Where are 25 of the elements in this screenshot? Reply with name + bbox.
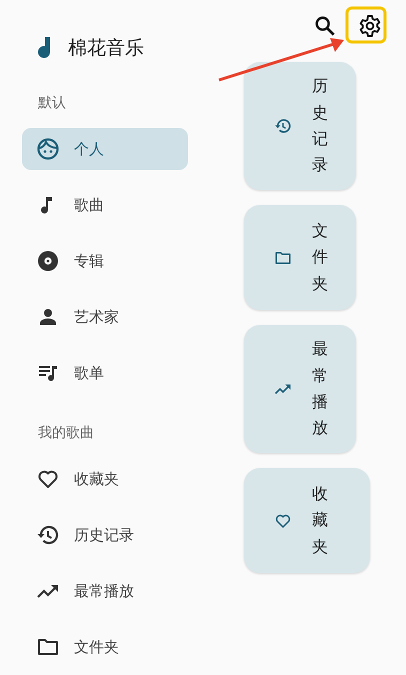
nav-item[interactable]: 收藏夹 [22,458,188,500]
settings-icon [358,14,382,38]
section-header: 默认 [37,94,67,113]
shortcut-card[interactable]: 历史记录 [244,62,356,190]
history-icon [274,117,292,135]
nav-item[interactable]: 歌单 [22,352,188,394]
search-icon [314,15,336,37]
search-button[interactable] [314,15,336,37]
nav-item[interactable]: 历史记录 [22,514,188,556]
settings-button[interactable] [358,14,382,38]
nav-item[interactable]: 个人 [22,128,188,170]
nav-item[interactable]: 歌曲 [22,184,188,226]
shortcut-card[interactable]: 最常播放 [244,325,356,453]
shortcut-card[interactable]: 文件夹 [244,205,356,310]
face-icon [36,137,60,161]
music-note-icon [36,36,52,60]
nav-item[interactable]: 最常播放 [22,570,188,612]
nav-item[interactable]: 艺术家 [22,296,188,338]
shortcut-card[interactable]: 收藏夹 [244,468,370,573]
nav-item[interactable]: 专辑 [22,240,188,282]
section-header: 我的歌曲 [37,424,95,443]
history-icon [36,523,60,547]
nav-item[interactable]: 文件夹 [22,626,188,668]
disc-icon [36,249,60,273]
app-title: 棉花音乐 [68,36,144,61]
